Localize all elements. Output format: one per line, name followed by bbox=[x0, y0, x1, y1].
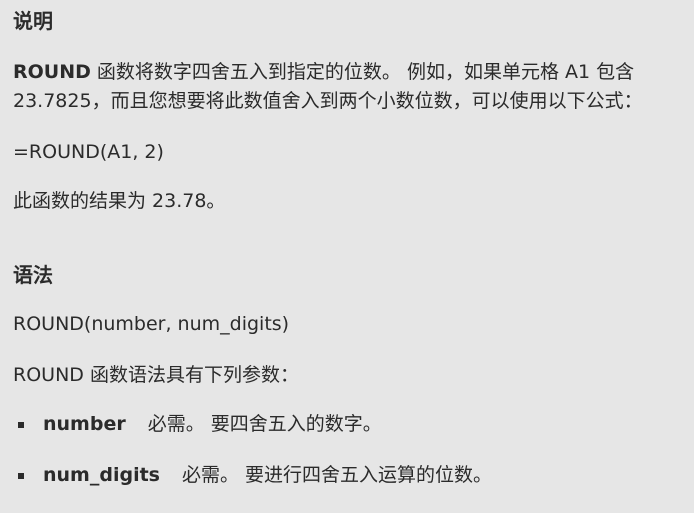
example-formula: =ROUND(A1, 2) bbox=[13, 141, 164, 163]
function-name: ROUND bbox=[13, 61, 91, 83]
param-name: num_digits bbox=[43, 464, 160, 486]
help-article: 说明 ROUND 函数将数字四舍五入到指定的位数。 例如，如果单元格 A1 包含… bbox=[13, 6, 685, 512]
bullet-icon bbox=[18, 473, 24, 479]
param-desc: 必需。 要四舍五入的数字。 bbox=[147, 413, 382, 435]
syntax-signature: ROUND(number, num_digits) bbox=[13, 313, 290, 335]
param-name: number bbox=[43, 413, 126, 435]
list-item: number 必需。 要四舍五入的数字。 bbox=[13, 410, 685, 439]
syntax-intro: ROUND 函数语法具有下列参数： bbox=[13, 364, 299, 386]
description-heading: 说明 bbox=[13, 9, 53, 33]
parameter-list: number 必需。 要四舍五入的数字。 num_digits 必需。 要进行四舍五… bbox=[13, 410, 685, 490]
list-item: num_digits 必需。 要进行四舍五入运算的位数。 bbox=[13, 461, 685, 490]
bullet-icon bbox=[18, 422, 24, 428]
param-desc: 必需。 要进行四舍五入运算的位数。 bbox=[181, 464, 493, 486]
description-text: ROUND 函数将数字四舍五入到指定的位数。 例如，如果单元格 A1 包含 23… bbox=[13, 58, 685, 116]
example-result: 此函数的结果为 23.78。 bbox=[13, 190, 226, 212]
syntax-heading: 语法 bbox=[13, 263, 53, 287]
description-body: 函数将数字四舍五入到指定的位数。 例如，如果单元格 A1 包含 23.7825，… bbox=[13, 61, 643, 112]
